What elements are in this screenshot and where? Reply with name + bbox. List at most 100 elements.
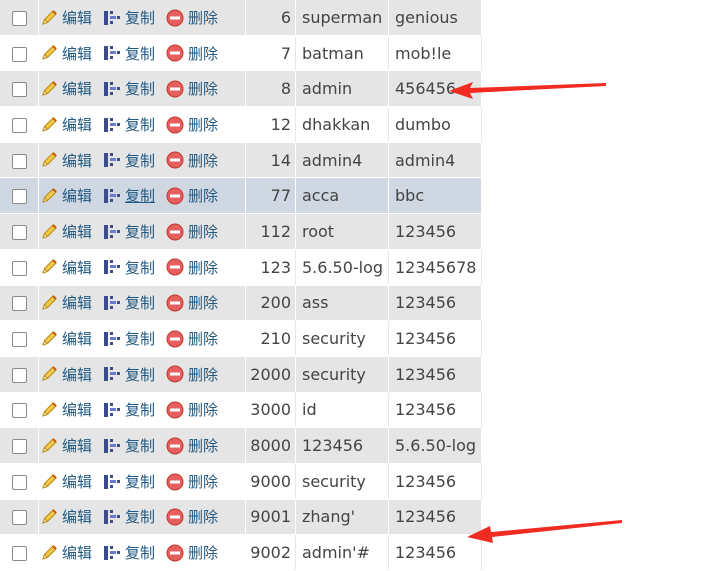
edit-link[interactable]: 编辑	[39, 328, 92, 349]
copy-link[interactable]: 复制	[102, 435, 155, 456]
cell-password[interactable]: genious	[388, 0, 482, 36]
copy-link[interactable]: 复制	[102, 292, 155, 313]
row-checkbox[interactable]	[11, 403, 27, 419]
cell-password[interactable]: 123456	[388, 392, 482, 429]
cell-username[interactable]: batman	[295, 35, 389, 72]
copy-link[interactable]: 复制	[102, 471, 155, 492]
copy-link[interactable]: 复制	[102, 257, 155, 278]
cell-password[interactable]: 123456	[388, 285, 482, 322]
cell-password[interactable]: 123456	[388, 320, 482, 357]
delete-link[interactable]: 删除	[165, 364, 218, 385]
cell-id[interactable]: 210	[245, 320, 296, 357]
cell-password[interactable]: 123456	[388, 463, 482, 500]
cell-id[interactable]: 9002	[245, 534, 296, 571]
copy-link[interactable]: 复制	[102, 150, 155, 171]
cell-username[interactable]: ass	[295, 285, 389, 322]
delete-link[interactable]: 删除	[165, 257, 218, 278]
row-checkbox[interactable]	[11, 332, 27, 348]
cell-password[interactable]: 5.6.50-log	[388, 427, 482, 464]
edit-link[interactable]: 编辑	[39, 435, 92, 456]
cell-username[interactable]: 123456	[295, 427, 389, 464]
row-checkbox[interactable]	[11, 189, 27, 205]
delete-link[interactable]: 删除	[165, 221, 218, 242]
copy-link[interactable]: 复制	[102, 114, 155, 135]
edit-link[interactable]: 编辑	[39, 506, 92, 527]
copy-link[interactable]: 复制	[102, 185, 155, 206]
cell-password[interactable]: admin4	[388, 142, 482, 179]
cell-username[interactable]: root	[295, 213, 389, 250]
cell-id[interactable]: 8000	[245, 427, 296, 464]
edit-link[interactable]: 编辑	[39, 43, 92, 64]
row-checkbox[interactable]	[11, 260, 27, 276]
delete-link[interactable]: 删除	[165, 399, 218, 420]
cell-password[interactable]: bbc	[388, 177, 482, 215]
edit-link[interactable]: 编辑	[39, 399, 92, 420]
copy-link[interactable]: 复制	[102, 399, 155, 420]
cell-password[interactable]: 123456	[388, 356, 482, 393]
cell-id[interactable]: 77	[245, 177, 296, 215]
cell-password[interactable]: mob!le	[388, 35, 482, 72]
cell-username[interactable]: admin4	[295, 142, 389, 179]
edit-link[interactable]: 编辑	[39, 7, 92, 28]
delete-link[interactable]: 删除	[165, 185, 218, 206]
cell-id[interactable]: 14	[245, 142, 296, 179]
copy-link[interactable]: 复制	[102, 7, 155, 28]
delete-link[interactable]: 删除	[165, 435, 218, 456]
cell-id[interactable]: 123	[245, 249, 296, 286]
row-checkbox[interactable]	[11, 296, 27, 312]
delete-link[interactable]: 删除	[165, 506, 218, 527]
copy-link[interactable]: 复制	[102, 328, 155, 349]
cell-username[interactable]: security	[295, 463, 389, 500]
cell-id[interactable]: 112	[245, 213, 296, 250]
row-checkbox[interactable]	[11, 10, 27, 26]
cell-password[interactable]: dumbo	[388, 106, 482, 143]
delete-link[interactable]: 删除	[165, 7, 218, 28]
cell-username[interactable]: superman	[295, 0, 389, 36]
copy-link[interactable]: 复制	[102, 43, 155, 64]
delete-link[interactable]: 删除	[165, 542, 218, 563]
cell-id[interactable]: 9001	[245, 499, 296, 536]
row-checkbox[interactable]	[11, 117, 27, 133]
cell-username[interactable]: admin'#	[295, 534, 389, 571]
cell-password[interactable]: 123456	[388, 499, 482, 536]
edit-link[interactable]: 编辑	[39, 542, 92, 563]
cell-password[interactable]: 12345678	[388, 249, 482, 286]
delete-link[interactable]: 删除	[165, 43, 218, 64]
cell-id[interactable]: 8	[245, 70, 296, 108]
cell-username[interactable]: 5.6.50-log	[295, 249, 389, 286]
row-checkbox[interactable]	[11, 367, 27, 383]
copy-link[interactable]: 复制	[102, 364, 155, 385]
edit-link[interactable]: 编辑	[39, 78, 92, 99]
cell-id[interactable]: 12	[245, 106, 296, 143]
delete-link[interactable]: 删除	[165, 471, 218, 492]
copy-link[interactable]: 复制	[102, 542, 155, 563]
delete-link[interactable]: 删除	[165, 78, 218, 99]
edit-link[interactable]: 编辑	[39, 257, 92, 278]
cell-username[interactable]: admin	[295, 70, 389, 108]
edit-link[interactable]: 编辑	[39, 471, 92, 492]
edit-link[interactable]: 编辑	[39, 364, 92, 385]
cell-username[interactable]: acca	[295, 177, 389, 215]
cell-username[interactable]: security	[295, 356, 389, 393]
edit-link[interactable]: 编辑	[39, 292, 92, 313]
cell-username[interactable]: id	[295, 392, 389, 429]
cell-id[interactable]: 3000	[245, 392, 296, 429]
delete-link[interactable]: 删除	[165, 292, 218, 313]
row-checkbox[interactable]	[11, 474, 27, 490]
copy-link[interactable]: 复制	[102, 78, 155, 99]
row-checkbox[interactable]	[11, 153, 27, 169]
cell-password[interactable]: 123456	[388, 534, 482, 571]
row-checkbox[interactable]	[11, 439, 27, 455]
cell-username[interactable]: security	[295, 320, 389, 357]
copy-link[interactable]: 复制	[102, 506, 155, 527]
edit-link[interactable]: 编辑	[39, 114, 92, 135]
cell-password[interactable]: 123456	[388, 213, 482, 250]
cell-id[interactable]: 7	[245, 35, 296, 72]
delete-link[interactable]: 删除	[165, 328, 218, 349]
row-checkbox[interactable]	[11, 510, 27, 526]
cell-id[interactable]: 200	[245, 285, 296, 322]
edit-link[interactable]: 编辑	[39, 221, 92, 242]
cell-id[interactable]: 6	[245, 0, 296, 36]
row-checkbox[interactable]	[11, 546, 27, 562]
cell-id[interactable]: 9000	[245, 463, 296, 500]
